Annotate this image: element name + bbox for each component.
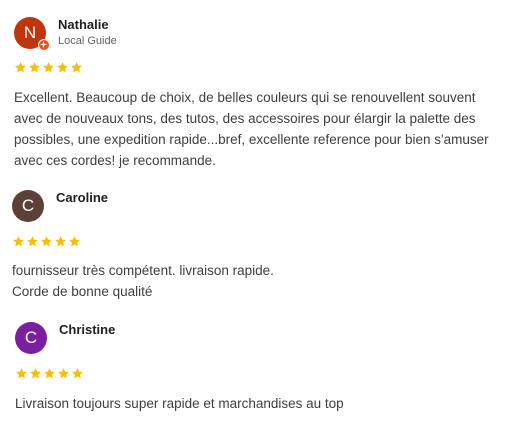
star-icon bbox=[16, 368, 27, 379]
avatar[interactable]: C bbox=[15, 322, 47, 354]
star-icon bbox=[44, 368, 55, 379]
star-icon bbox=[72, 368, 83, 379]
star-icon bbox=[30, 368, 41, 379]
star-icon bbox=[58, 368, 69, 379]
avatar-initial: C bbox=[24, 328, 38, 347]
reviewer-name[interactable]: Christine bbox=[59, 322, 115, 337]
review-card: C Christine Livraison toujours super rap… bbox=[0, 0, 516, 420]
star-rating bbox=[15, 367, 84, 380]
review-text: Livraison toujours super rapide et march… bbox=[15, 396, 344, 411]
